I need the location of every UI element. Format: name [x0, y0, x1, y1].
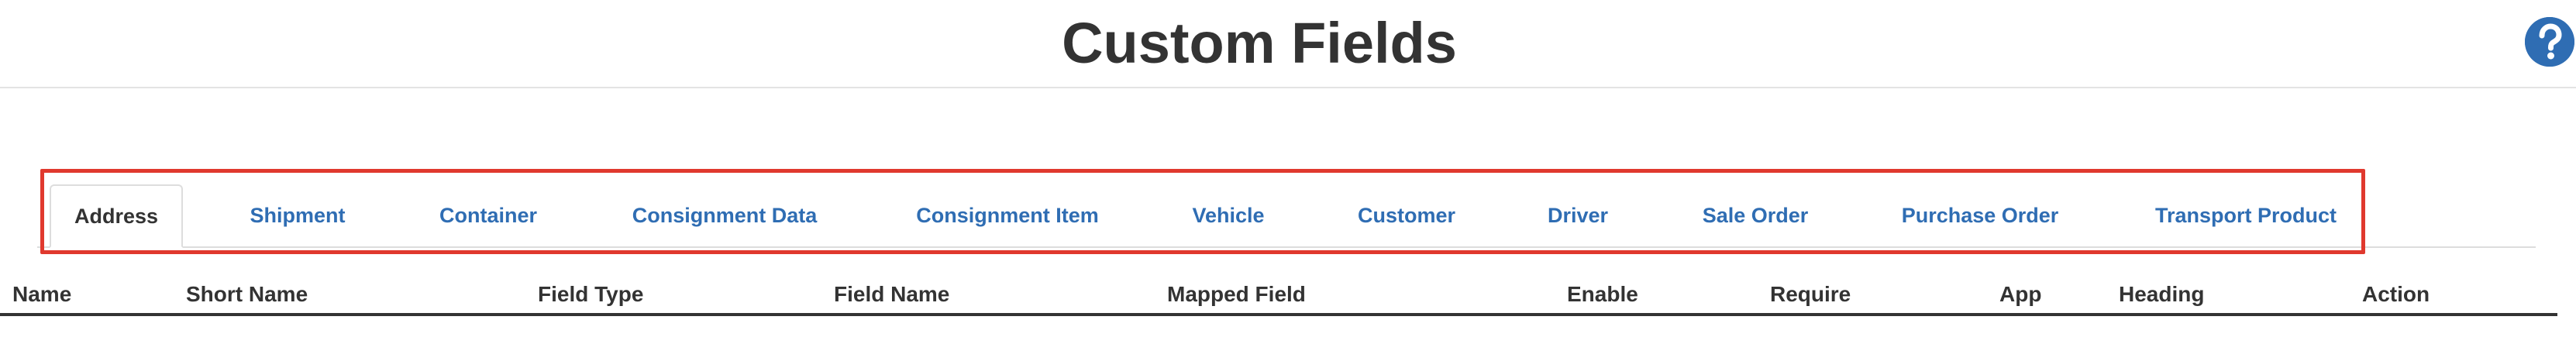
- tab-address[interactable]: Address: [50, 184, 183, 248]
- column-header-mapped-field[interactable]: Mapped Field: [1167, 279, 1306, 310]
- tab-vehicle[interactable]: Vehicle: [1170, 184, 1286, 246]
- column-header-action[interactable]: Action: [2362, 279, 2430, 310]
- column-header-short-name[interactable]: Short Name: [186, 279, 308, 310]
- tab-consignment-data[interactable]: Consignment Data: [612, 184, 837, 246]
- tab-shipment[interactable]: Shipment: [222, 184, 374, 246]
- tab-driver[interactable]: Driver: [1524, 184, 1632, 246]
- column-header-enable[interactable]: Enable: [1567, 279, 1638, 310]
- tab-label: Purchase Order: [1901, 203, 2059, 227]
- tab-label: Container: [439, 203, 537, 227]
- tab-label: Customer: [1357, 203, 1456, 227]
- tab-label: Address: [74, 204, 159, 228]
- column-header-field-name[interactable]: Field Name: [834, 279, 949, 310]
- tab-label: Sale Order: [1702, 203, 1809, 227]
- header: Custom Fields: [0, 0, 2576, 88]
- tab-sale-order[interactable]: Sale Order: [1682, 184, 1829, 246]
- page-title: Custom Fields: [1062, 11, 1457, 75]
- tab-label: Driver: [1547, 203, 1609, 227]
- tab-container[interactable]: Container: [411, 184, 566, 246]
- question-circle-icon: [2525, 17, 2574, 67]
- tab-label: Vehicle: [1192, 203, 1265, 227]
- column-header-app[interactable]: App: [1999, 279, 2041, 310]
- column-header-name[interactable]: Name: [12, 279, 71, 310]
- help-button[interactable]: [2525, 17, 2574, 67]
- column-header-field-type[interactable]: Field Type: [538, 279, 643, 310]
- tab-transport-product[interactable]: Transport Product: [2131, 184, 2361, 246]
- column-header-heading[interactable]: Heading: [2119, 279, 2204, 310]
- tab-consignment-item[interactable]: Consignment Item: [899, 184, 1116, 246]
- tab-label: Shipment: [250, 203, 346, 227]
- tab-label: Transport Product: [2154, 203, 2337, 227]
- tab-customer[interactable]: Customer: [1341, 184, 1472, 246]
- tab-label: Consignment Item: [916, 203, 1099, 227]
- tab-purchase-order[interactable]: Purchase Order: [1883, 184, 2077, 246]
- table-header: Name Short Name Field Type Field Name Ma…: [0, 279, 2557, 316]
- column-header-require[interactable]: Require: [1770, 279, 1851, 310]
- tab-label: Consignment Data: [632, 203, 818, 227]
- page: Custom Fields Address Shipment Container…: [0, 0, 2576, 344]
